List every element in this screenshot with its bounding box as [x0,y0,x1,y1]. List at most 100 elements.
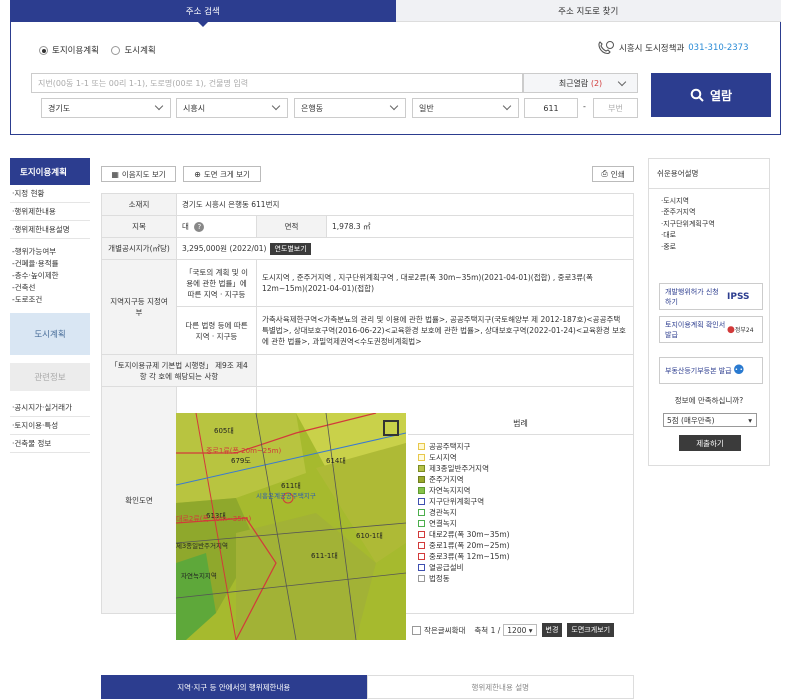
map-label: 614대 [326,457,346,465]
land-cert-button[interactable]: 토지이용계획 확인서 발급 ● 정부24 [659,316,763,343]
legend-item: 자연녹지지역 [418,485,623,496]
legend-item: 법정동 [418,573,623,584]
sub-number-input[interactable]: 부번 [593,98,638,118]
small-text-checkbox[interactable] [412,625,421,635]
zone-law1-value: 도시지역 , 준주거지역 , 지구단위계획구역 , 대로2류(폭 30m~35m… [256,259,634,307]
term-title: 쉬운용어설명 [649,159,769,189]
registry-button[interactable]: 부동산등기부등본 발급 ⚉ [659,357,763,384]
legend-item: 공공주택지구 [418,441,623,452]
map-label: 611대 [281,482,301,490]
zone-law2-value: 가축사육제한구역<가축분뇨의 관리 및 이용에 관한 법률>, 공공주택지구(국… [256,306,634,355]
tab-map-search[interactable]: 주소 지도로 찾기 [395,0,781,22]
survey-select[interactable]: 5점 (매우만족) ▾ [663,413,757,427]
map-icon: ▦ [111,169,119,179]
category-value: 대 [182,222,189,231]
gov24-logo-icon: ● [727,324,735,335]
legend-list: 공공주택지구 도시지역 제3종일반주거지역 준주거지역 자연녹지지역 지구단위계획구역 경관… [408,435,633,590]
legend-swatch [418,531,425,538]
legend-swatch [418,476,425,483]
legend-swatch [418,575,425,582]
legend-swatch [418,443,425,450]
legend-map-button[interactable]: ▦ 이음지도 보기 [101,166,176,182]
map-label: 제3종일반주거지역 [176,541,228,550]
legend-item: 열공급설비 [418,562,623,573]
term-item[interactable]: · 준주거지역 [649,207,769,219]
radio-group: 토지이용계획 도시계획 [39,44,156,57]
map-label: 605대 [214,427,234,435]
legend-item: 제3종일반주거지역 [418,463,623,474]
nav-city-plan[interactable]: 도시계획 [10,313,90,355]
open-button[interactable]: 열람 [651,73,771,117]
map-zoom-button[interactable]: 도면크게보기 [567,623,615,637]
term-item[interactable]: · 중로 [649,241,769,253]
nav-sub-road[interactable]: - 도로조건 [10,293,90,305]
chevron-down-icon [617,77,627,87]
nav-related: 관련정보 [10,363,90,391]
radio-city-plan[interactable]: 도시계획 [111,44,156,56]
legend-item: 경관녹지 [418,507,623,518]
map-label: 자연녹지지역 [181,571,217,580]
yearly-view-button[interactable]: 연도별보기 [270,243,311,255]
top-tabs: 주소 검색 주소 지도로 찾기 [10,0,781,27]
nav-sub-ratio[interactable]: - 건폐율·용적률 [10,257,90,269]
chevron-down-icon [389,101,399,111]
zoom-icon: ⊕ [194,169,201,179]
city-select[interactable]: 시흥시 [176,98,288,118]
change-scale-button[interactable]: 변경 [541,623,563,637]
location-value: 경기도 시흥시 은행동 611번지 [176,193,634,216]
submit-button[interactable]: 제출하기 [679,435,741,451]
nav-item-land-feature[interactable]: · 토지이용·특성 [10,417,90,435]
print-button[interactable]: ⎙ 인쇄 [592,166,634,182]
tab-address-search[interactable]: 주소 검색 [10,0,396,27]
land-map[interactable]: 605대 614대 679도 611대 610-1대 611-1대 613대 중… [176,413,406,640]
legend: 범례 공공주택지구 도시지역 제3종일반주거지역 준주거지역 자연녹지지역 지구단위계획구… [408,413,633,590]
map-label: 대로2류(폭 30m~35m) [176,515,251,523]
scale-select[interactable]: 1200 ▾ [503,624,537,636]
legend-controls: 작은글씨확대 축척 1 / 1200 ▾ 변경 도면크게보기 [412,623,615,637]
nav-header[interactable]: 토지이용계획 [10,158,90,185]
nav-item-status[interactable]: · 지정 현황 [10,185,90,203]
term-list: · 도시지역 · 준주거지역 · 지구단위계획구역 · 대로 · 중로 [649,189,769,253]
dong-select[interactable]: 은행동 [294,98,406,118]
legend-item: 중로1류(폭 20m~25m) [418,540,623,551]
nav-item-restriction[interactable]: · 행위제한내용 [10,203,90,221]
phone-icon [598,41,614,55]
nav-item-price[interactable]: · 공시지가·실거래가 [10,399,90,417]
nav-sub-buildline[interactable]: - 건축선 [10,281,90,293]
map-label: 610-1대 [356,532,383,540]
right-sidebar: 쉬운용어설명 · 도시지역 · 준주거지역 · 지구단위계획구역 · 대로 · … [648,158,770,466]
legend-item: 지구단위계획구역 [418,496,623,507]
nav-item-building[interactable]: · 건축물 정보 [10,435,90,453]
enforcement-value [256,354,634,387]
main-number-input[interactable]: 611 [524,98,578,118]
legend-item: 도시지역 [418,452,623,463]
province-select[interactable]: 경기도 [41,98,171,118]
term-item[interactable]: · 도시지역 [649,195,769,207]
nav-sub-possible[interactable]: - 행위가능여부 [10,245,90,257]
bottom-tabs: 지역·지구 등 안에서의 행위제한내용 행위제한내용 설명 [101,675,634,699]
ipss-logo: IPSS [727,291,750,302]
tab-restriction-content[interactable]: 지역·지구 등 안에서의 행위제한내용 [101,675,367,699]
contact-phone[interactable]: 031-310-2373 [688,43,748,53]
zoom-map-button[interactable]: ⊕ 도면 크게 보기 [183,166,261,182]
dev-permit-button[interactable]: 개발행위허가 신청하기 IPSS [659,283,763,310]
help-icon[interactable]: ? [194,222,205,232]
tab-restriction-desc[interactable]: 행위제한내용 설명 [366,675,634,699]
term-item[interactable]: · 대로 [649,230,769,242]
map-label: 중로1류(폭 20m~25m) [206,447,281,455]
chevron-down-icon [154,101,164,111]
land-type-select[interactable]: 일반 [412,98,519,118]
recent-dropdown[interactable]: 최근열람 (2) [523,73,638,93]
nav-item-restriction-desc[interactable]: · 행위제한내용설명 [10,221,90,239]
term-item[interactable]: · 지구단위계획구역 [649,218,769,230]
legend-swatch [418,520,425,527]
legend-item: 대로2류(폭 30m~35m) [418,529,623,540]
survey-question: 정보에 만족하십니까? [674,396,744,405]
nav-sub-height[interactable]: - 층수·높이제한 [10,269,90,281]
address-input[interactable]: 지번(00동 1-1 또는 00리 1-1), 도로명(00로 1), 건물명 … [31,73,523,93]
legend-swatch [418,454,425,461]
radio-land-use[interactable]: 토지이용계획 [39,44,99,56]
legend-swatch [418,487,425,494]
legend-item: 중로3류(폭 12m~15m) [418,551,623,562]
map-label: 679도 [231,457,251,465]
